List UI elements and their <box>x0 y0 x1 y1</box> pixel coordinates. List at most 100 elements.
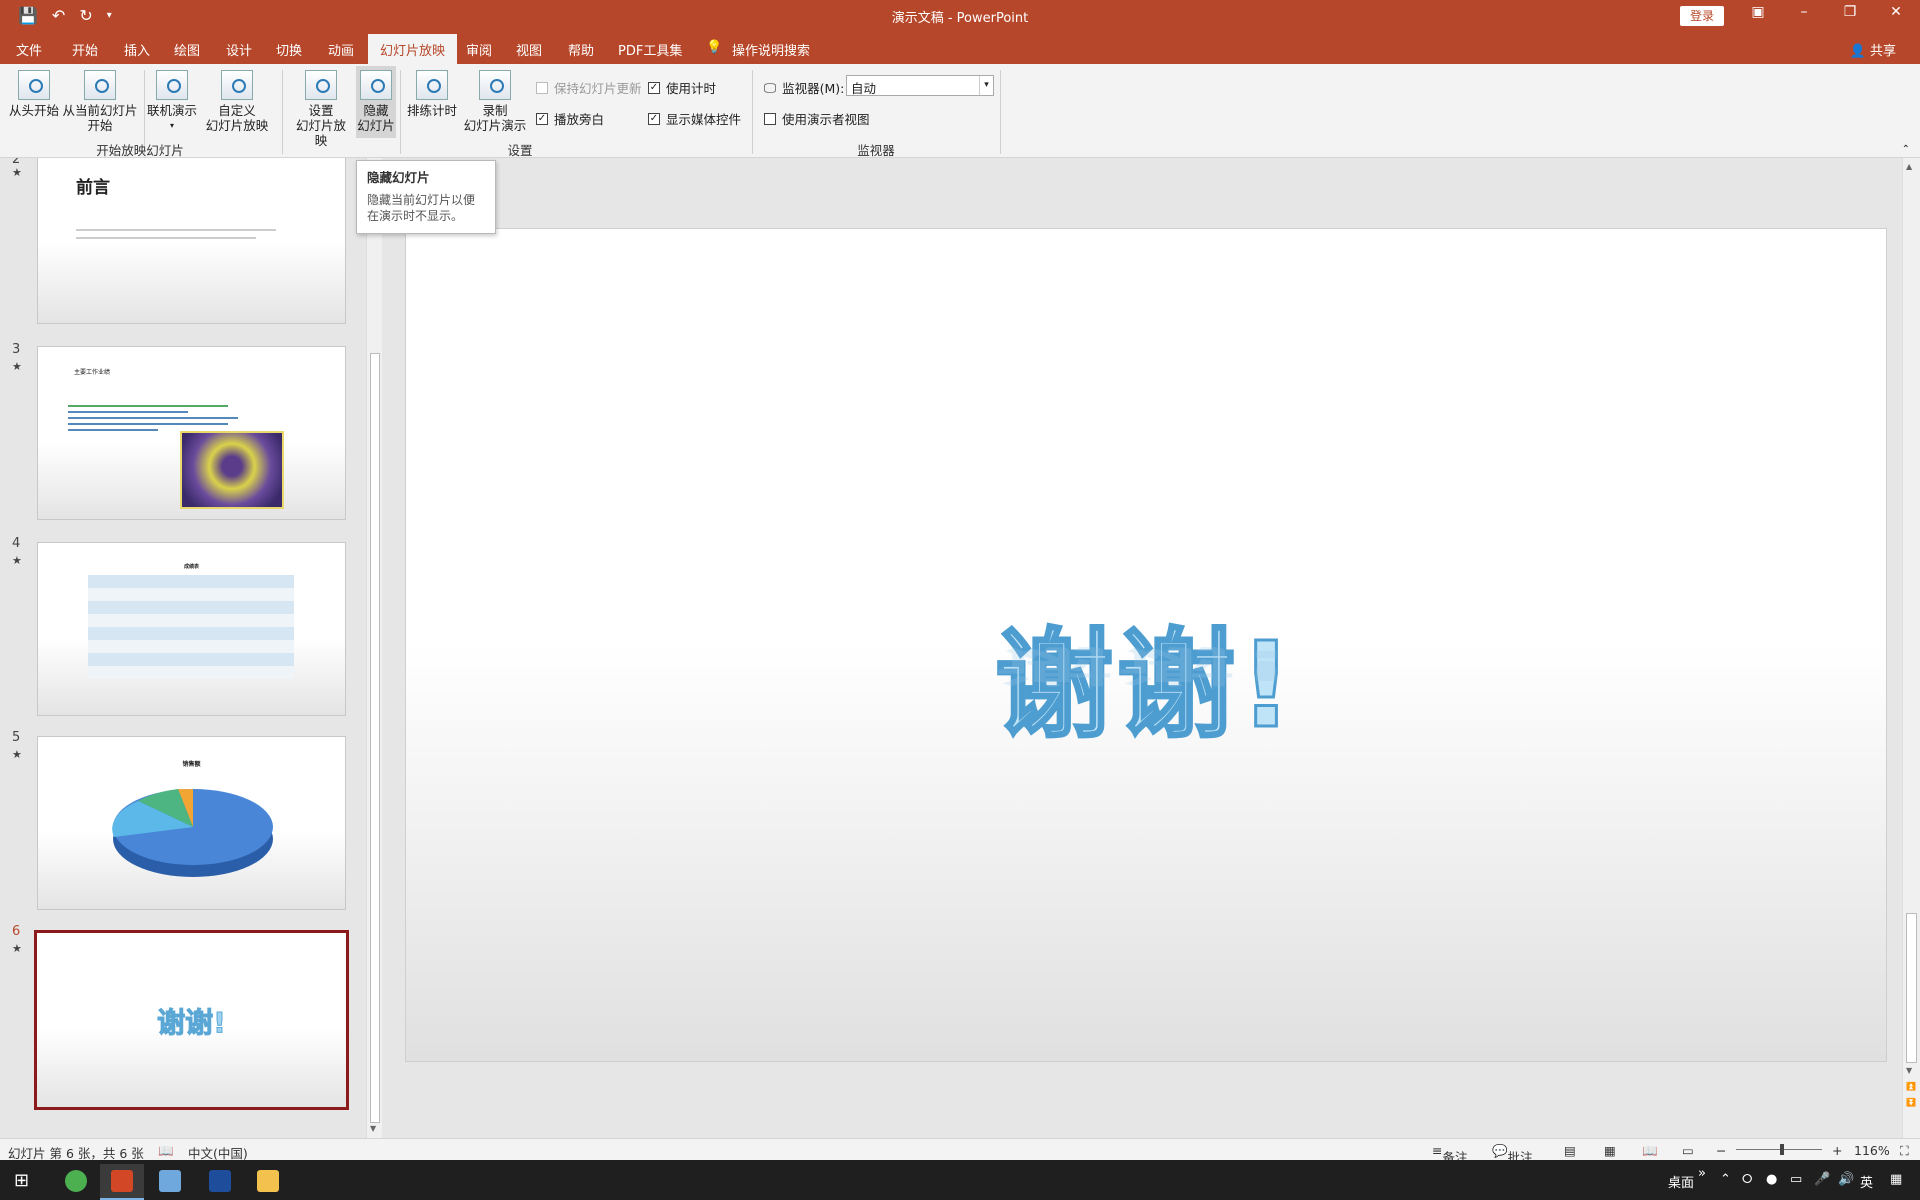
from-beginning-button[interactable]: 从头开始 <box>6 66 62 118</box>
ime-grid-icon[interactable]: ▦ <box>1890 1172 1902 1187</box>
table-row <box>88 575 294 588</box>
tab-review[interactable]: 审阅 <box>466 40 492 59</box>
tab-home[interactable]: 开始 <box>72 40 98 59</box>
star-icon: ★ <box>12 360 22 373</box>
login-button[interactable]: 登录 <box>1680 6 1724 26</box>
text-line <box>68 423 228 425</box>
monitor-label: 监视器(M): <box>782 81 845 96</box>
windows-taskbar: ⊞ 桌面 » ⌃ ⭘ ● ▭ 🎤 🔊 英 ▦ <box>0 1160 1920 1200</box>
spellcheck-icon[interactable]: 📖 <box>158 1143 174 1159</box>
next-slide-icon[interactable]: ⏬ <box>1906 1098 1916 1107</box>
tab-animations[interactable]: 动画 <box>328 40 354 59</box>
notes-button[interactable]: ≡ 备注 <box>1432 1143 1468 1165</box>
current-slide[interactable]: 谢谢! 谢谢! <box>405 228 1887 1062</box>
tab-draw[interactable]: 绘图 <box>174 40 200 59</box>
tab-view[interactable]: 视图 <box>516 40 542 59</box>
custom-slideshow-button[interactable]: 自定义 幻灯片放映 <box>200 66 274 133</box>
chevron-down-icon[interactable]: ▾ <box>979 76 993 95</box>
from-current-label-1: 从当前幻灯片 <box>62 103 138 118</box>
zoom-in-icon[interactable]: + <box>1832 1143 1842 1158</box>
zoom-out-icon[interactable]: − <box>1716 1143 1726 1158</box>
reading-view-icon[interactable]: 📖 <box>1642 1143 1658 1159</box>
tab-pdf-tools[interactable]: PDF工具集 <box>618 40 682 59</box>
ribbon-display-icon[interactable]: ▣ <box>1738 4 1778 20</box>
hide-label-1: 隐藏 <box>363 103 389 118</box>
scroll-down-icon[interactable]: ▼ <box>370 1124 376 1133</box>
table-row <box>88 640 294 653</box>
close-icon[interactable]: ✕ <box>1876 4 1916 20</box>
thumbnail-scrollbar[interactable]: ▲ ▼ <box>366 158 382 1138</box>
slide-thumbnail-5[interactable]: 销售额 <box>37 736 346 910</box>
monitor-select[interactable]: 自动 ▾ <box>846 75 994 96</box>
scroll-up-icon[interactable]: ▲ <box>1906 162 1912 171</box>
use-timings-checkbox[interactable]: ✓ 使用计时 <box>648 78 716 97</box>
slide-thumbnail-3[interactable]: 主要工作业绩 <box>37 346 346 520</box>
windows-icon: ⊞ <box>14 1170 30 1191</box>
share-button[interactable]: 👤 共享 <box>1850 40 1896 59</box>
presenter-view-checkbox[interactable]: 使用演示者视图 <box>764 109 870 128</box>
fit-to-window-icon[interactable]: ⛶ <box>1900 1143 1909 1159</box>
desktop-toolbar[interactable]: 桌面 <box>1668 1172 1694 1191</box>
show-media-controls-checkbox[interactable]: ✓ 显示媒体控件 <box>648 109 741 128</box>
zoom-slider-thumb[interactable] <box>1780 1144 1784 1155</box>
taskbar-app-explorer[interactable] <box>246 1164 290 1200</box>
start-button[interactable]: ⊞ <box>0 1164 44 1200</box>
checkmark-icon: ✓ <box>648 112 660 125</box>
scroll-down-icon[interactable]: ▼ <box>1906 1066 1912 1075</box>
network-icon[interactable]: ⭘ <box>1742 1172 1752 1187</box>
separator <box>400 70 401 154</box>
collapse-ribbon-icon[interactable]: ⌃ <box>1902 144 1910 155</box>
taskbar-app-recorder[interactable] <box>198 1164 242 1200</box>
restore-icon[interactable]: ❐ <box>1830 4 1870 20</box>
slide-text-reflection: 谢谢! <box>995 641 1297 690</box>
taskbar-app-powerpoint[interactable] <box>100 1164 144 1200</box>
slideshow-view-icon[interactable]: ▭ <box>1682 1143 1694 1158</box>
hide-slide-tooltip: 隐藏幻灯片 隐藏当前幻灯片以便在演示时不显示。 <box>356 160 496 234</box>
tab-insert[interactable]: 插入 <box>124 40 150 59</box>
microphone-icon[interactable]: 🎤 <box>1814 1172 1830 1187</box>
security-icon[interactable]: ● <box>1766 1172 1777 1187</box>
keep-slides-updated-checkbox[interactable]: 保持幻灯片更新 <box>536 78 642 97</box>
star-icon: ★ <box>12 166 22 179</box>
slide-thumbnail-2[interactable]: 前言 <box>37 158 346 324</box>
present-online-button[interactable]: 联机演示 ▾ <box>146 66 198 133</box>
record-icon <box>479 70 511 100</box>
play-narrations-checkbox[interactable]: ✓ 播放旁白 <box>536 109 604 128</box>
normal-view-icon[interactable]: ▤ <box>1564 1143 1576 1158</box>
minimize-icon[interactable]: – <box>1784 4 1824 20</box>
zoom-slider[interactable] <box>1736 1144 1822 1155</box>
tab-design[interactable]: 设计 <box>226 40 252 59</box>
volume-icon[interactable]: 🔊 <box>1838 1172 1854 1187</box>
slide-sorter-icon[interactable]: ▦ <box>1604 1143 1616 1158</box>
tooltip-title: 隐藏幻灯片 <box>367 170 430 185</box>
tray-expand-icon[interactable]: ⌃ <box>1720 1172 1731 1187</box>
comments-button[interactable]: 💬 批注 <box>1492 1143 1533 1165</box>
tab-transitions[interactable]: 切换 <box>276 40 302 59</box>
setup-slideshow-button[interactable]: 设置 幻灯片放映 <box>290 66 352 148</box>
ime-indicator[interactable]: 英 <box>1860 1172 1873 1191</box>
record-slideshow-button[interactable]: 录制 幻灯片演示 <box>460 66 530 133</box>
scrollbar-thumb[interactable] <box>1906 913 1917 1063</box>
taskbar-app-browser[interactable] <box>54 1164 98 1200</box>
battery-icon[interactable]: ▭ <box>1790 1172 1802 1187</box>
tab-file[interactable]: 文件 <box>16 40 42 59</box>
table-row <box>88 588 294 601</box>
tell-me-search[interactable]: 操作说明搜索 <box>732 40 810 59</box>
show-media-label: 显示媒体控件 <box>666 112 742 127</box>
table-row <box>88 601 294 614</box>
editor-scrollbar[interactable]: ▲ ▼ ⏫ ⏬ <box>1902 158 1920 1138</box>
slide-thumbnail-4[interactable]: 成绩表 <box>37 542 346 716</box>
slide-thumbnail-6[interactable]: 谢谢! <box>34 930 349 1110</box>
rehearse-timings-button[interactable]: 排练计时 <box>404 66 460 118</box>
from-current-slide-button[interactable]: 从当前幻灯片 开始 <box>62 66 138 133</box>
scrollbar-thumb[interactable] <box>370 353 380 1123</box>
stopwatch-icon <box>416 70 448 100</box>
hide-slide-button[interactable]: 隐藏 幻灯片 <box>356 66 396 138</box>
previous-slide-icon[interactable]: ⏫ <box>1906 1082 1916 1091</box>
tab-slideshow[interactable]: 幻灯片放映 <box>368 34 458 64</box>
chevron-double-icon[interactable]: » <box>1698 1166 1706 1181</box>
record-label-1: 录制 <box>482 103 508 118</box>
zoom-level[interactable]: 116% <box>1854 1143 1890 1158</box>
taskbar-app-notes[interactable] <box>148 1164 192 1200</box>
tab-help[interactable]: 帮助 <box>568 40 594 59</box>
